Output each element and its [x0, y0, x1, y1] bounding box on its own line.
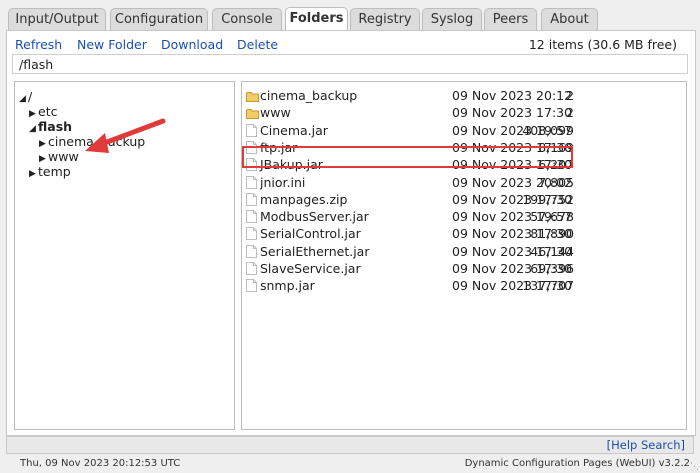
file-name: cinema_backup	[260, 88, 358, 103]
file-date: 09 Nov 2023 17:30	[452, 243, 573, 259]
delete-link[interactable]: Delete	[237, 37, 278, 52]
folder-row[interactable]: cinema_backup 2 09 Nov 2023 20:12	[242, 87, 686, 104]
help-search-link[interactable]: [Help Search]	[607, 438, 685, 452]
expand-icon[interactable]: ▶	[39, 137, 48, 151]
file-row[interactable]: snmp.jar 137,707 09 Nov 2023 17:30	[242, 277, 686, 294]
file-name: SerialEthernet.jar	[260, 243, 370, 259]
tree-label-www: www	[48, 149, 79, 164]
file-name: www	[260, 105, 291, 121]
tree-node-root[interactable]: ◢ /	[19, 90, 32, 106]
file-row[interactable]: Cinema.jar 408,099 09 Nov 2023 19:57	[242, 122, 686, 139]
file-row[interactable]: ModbusServer.jar 57,678 09 Nov 2023 19:57	[242, 208, 686, 225]
file-date: 09 Nov 2023 17:30	[452, 261, 573, 276]
tree-label-temp: temp	[38, 164, 71, 179]
folder-icon	[246, 89, 259, 102]
items-count: 12 items (30.6 MB free)	[528, 37, 677, 52]
folders-panel: Refresh New Folder Download Delete 12 it…	[6, 30, 696, 436]
status-datetime: Thu, 09 Nov 2023 20:12:53 UTC	[20, 458, 181, 469]
tab-configuration[interactable]: Configuration	[110, 8, 208, 30]
file-row[interactable]: manpages.zip 199,752 09 Nov 2023 17:30	[242, 191, 686, 208]
file-row[interactable]: SlaveService.jar 69,396 09 Nov 2023 17:30	[242, 260, 686, 277]
file-icon	[246, 192, 258, 206]
file-row[interactable]: SerialEthernet.jar 46,144 09 Nov 2023 17:3…	[242, 243, 686, 260]
collapse-icon[interactable]: ◢	[29, 122, 38, 136]
tab-folders[interactable]: Folders	[285, 7, 348, 31]
tab-about[interactable]: About	[541, 8, 598, 30]
download-link[interactable]: Download	[161, 37, 223, 52]
tab-syslog[interactable]: Syslog	[422, 8, 482, 30]
annotation-arrow-icon	[85, 118, 166, 153]
file-icon	[246, 279, 258, 293]
bottom-bar: [Help Search]	[6, 436, 694, 454]
file-date: 09 Nov 2023 19:57	[452, 122, 573, 138]
collapse-icon[interactable]: ◢	[19, 92, 28, 106]
file-row[interactable]: jnior.ini 7,805 09 Nov 2023 20:02	[242, 174, 686, 191]
refresh-link[interactable]: Refresh	[15, 37, 62, 52]
file-name: Cinema.jar	[260, 122, 328, 138]
file-date: 09 Nov 2023 19:57	[452, 209, 573, 225]
tab-peers[interactable]: Peers	[484, 8, 537, 30]
tree-label-flash: flash	[38, 119, 73, 134]
file-name: manpages.zip	[260, 191, 348, 207]
file-name: SlaveService.jar	[260, 261, 361, 276]
file-icon	[246, 227, 258, 241]
expand-icon[interactable]: ▶	[29, 167, 38, 181]
file-date: 09 Nov 2023 17:30	[452, 191, 573, 207]
file-list: cinema_backup 2 09 Nov 2023 20:12 www 2 09 No…	[241, 81, 687, 430]
file-date: 09 Nov 2023 17:30	[452, 226, 573, 242]
tab-console[interactable]: Console	[212, 8, 282, 30]
file-date: 09 Nov 2023 17:30	[452, 278, 573, 294]
file-name: SerialControl.jar	[260, 226, 361, 242]
file-icon	[246, 262, 258, 275]
expand-icon[interactable]: ▶	[29, 107, 38, 121]
tree-label-etc: etc	[38, 104, 58, 119]
file-date: 09 Nov 2023 20:12	[452, 88, 573, 103]
file-icon	[246, 175, 258, 189]
file-name: ModbusServer.jar	[260, 209, 369, 225]
current-path: /flash	[12, 54, 688, 74]
file-name: snmp.jar	[260, 278, 315, 294]
tab-input-output[interactable]: Input/Output	[8, 8, 106, 30]
tree-node-temp[interactable]: ▶ temp	[29, 165, 71, 181]
file-row[interactable]: SerialControl.jar 81,890 09 Nov 2023 17:30	[242, 225, 686, 242]
file-icon	[246, 244, 258, 258]
folder-row[interactable]: www 2 09 Nov 2023 17:30	[242, 104, 686, 121]
new-folder-link[interactable]: New Folder	[77, 37, 147, 52]
folder-icon	[246, 106, 259, 120]
file-date: 09 Nov 2023 17:30	[452, 105, 573, 121]
file-name: jnior.ini	[260, 174, 306, 190]
file-date: 09 Nov 2023 20:02	[452, 174, 573, 190]
tree-label-root: /	[28, 89, 33, 104]
file-icon	[246, 123, 258, 137]
file-icon	[246, 210, 258, 224]
status-version: Dynamic Configuration Pages (WebUI) v3.2…	[464, 458, 690, 469]
resize-grip-icon[interactable]: ⋱	[690, 462, 699, 472]
tab-registry[interactable]: Registry	[350, 8, 420, 30]
highlight-box	[242, 146, 573, 168]
